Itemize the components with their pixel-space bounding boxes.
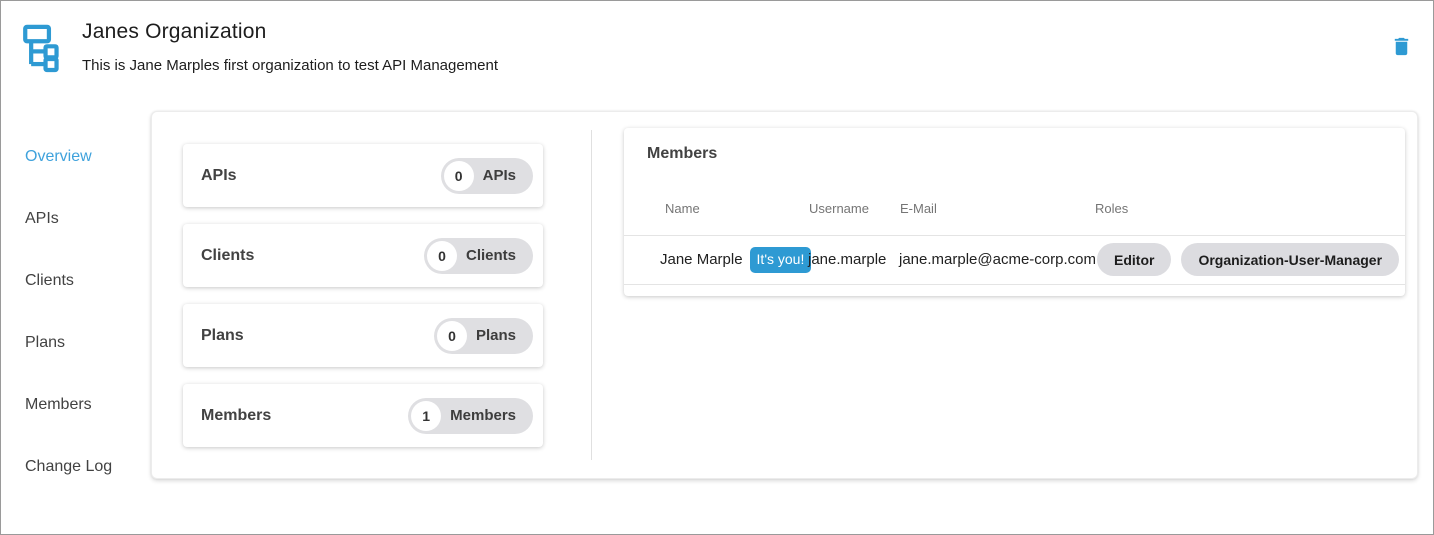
stat-unit-label: Plans [476, 327, 516, 344]
column-header-email: E-Mail [900, 201, 937, 216]
stat-card-title: Members [201, 407, 271, 425]
page-subtitle: This is Jane Marples first organization … [82, 57, 498, 74]
member-table-row[interactable]: Jane Marple It's you! jane.marple jane.m… [624, 235, 1405, 284]
its-you-badge: It's you! [750, 247, 812, 273]
sidebar-item-plans[interactable]: Plans [25, 333, 112, 353]
stat-unit-label: APIs [483, 167, 516, 184]
delete-organization-button[interactable] [1387, 34, 1415, 62]
member-email: jane.marple@acme-corp.com [899, 235, 1096, 284]
stat-card-members[interactable]: Members 1 Members [183, 384, 543, 447]
organization-overview-page: Janes Organization This is Jane Marples … [0, 0, 1434, 535]
member-roles-cell: Editor Organization-User-Manager [1097, 235, 1399, 284]
sidebar-item-apis[interactable]: APIs [25, 209, 112, 229]
column-header-username: Username [809, 201, 869, 216]
stat-count: 0 [437, 321, 467, 351]
stat-card-clients[interactable]: Clients 0 Clients [183, 224, 543, 287]
vertical-divider [591, 130, 592, 460]
stat-count-badge: 1 Members [408, 398, 533, 434]
role-badge: Organization-User-Manager [1181, 243, 1399, 276]
stat-count-badge: 0 Clients [424, 238, 533, 274]
stat-count: 1 [411, 401, 441, 431]
sidebar-item-clients[interactable]: Clients [25, 271, 112, 291]
stat-count: 0 [444, 161, 474, 191]
page-title: Janes Organization [82, 20, 267, 44]
member-name-cell: Jane Marple It's you! [660, 235, 811, 284]
stat-card-title: Clients [201, 247, 254, 265]
sidebar-item-change-log[interactable]: Change Log [25, 457, 112, 477]
overview-panel: APIs 0 APIs Clients 0 Clients Plans 0 Pl… [151, 111, 1418, 479]
members-card: Members Name Username E-Mail Roles Jane … [624, 128, 1405, 296]
member-username: jane.marple [808, 235, 886, 284]
table-divider [624, 284, 1405, 285]
role-badge: Editor [1097, 243, 1171, 276]
org-hierarchy-icon [21, 23, 65, 78]
stat-card-plans[interactable]: Plans 0 Plans [183, 304, 543, 367]
stat-unit-label: Members [450, 407, 516, 424]
trash-icon [1390, 46, 1413, 61]
sidebar-item-members[interactable]: Members [25, 395, 112, 415]
stat-count-badge: 0 Plans [434, 318, 533, 354]
members-card-title: Members [647, 145, 717, 163]
sidebar-item-overview[interactable]: Overview [25, 147, 112, 167]
stat-unit-label: Clients [466, 247, 516, 264]
stat-card-apis[interactable]: APIs 0 APIs [183, 144, 543, 207]
sidebar-nav: Overview APIs Clients Plans Members Chan… [25, 147, 112, 477]
stat-count: 0 [427, 241, 457, 271]
stat-count-badge: 0 APIs [441, 158, 533, 194]
column-header-name: Name [665, 201, 700, 216]
member-name: Jane Marple [660, 251, 743, 268]
stat-card-title: APIs [201, 167, 237, 185]
stat-card-title: Plans [201, 327, 244, 345]
column-header-roles: Roles [1095, 201, 1128, 216]
